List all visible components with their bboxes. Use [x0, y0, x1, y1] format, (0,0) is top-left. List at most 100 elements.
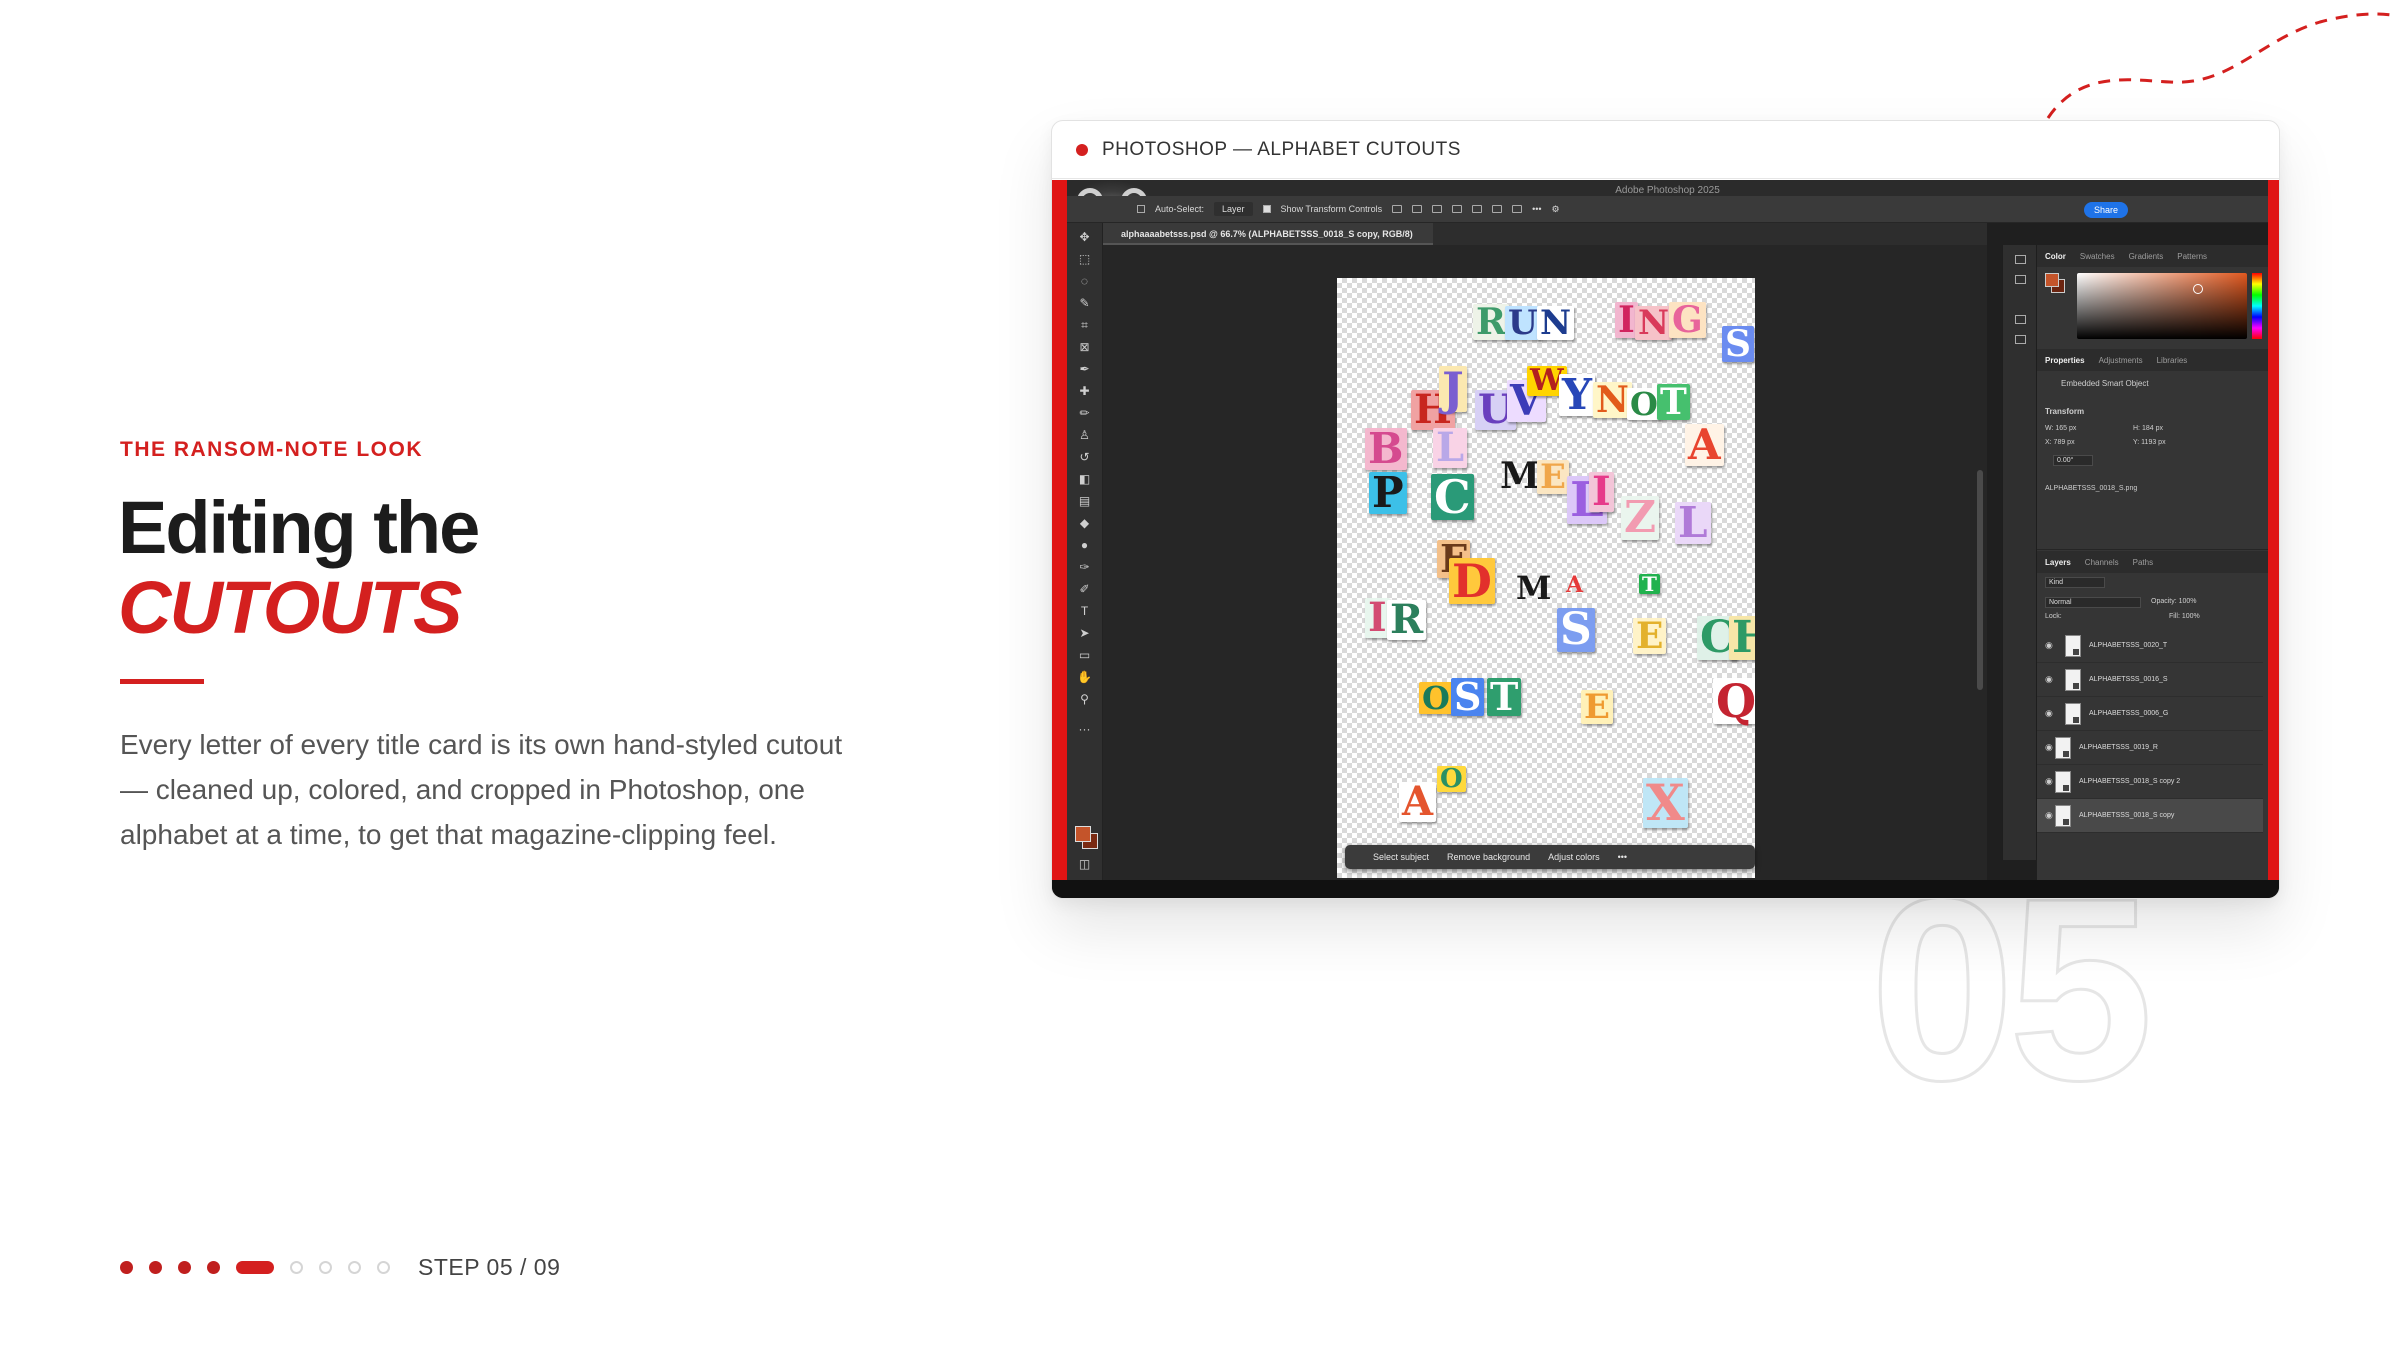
visibility-eye-icon[interactable]: ◉ [2045, 708, 2055, 719]
brush-tool-icon[interactable]: ✏ [1077, 407, 1092, 419]
eyedropper-tool-icon[interactable]: ✒ [1077, 363, 1092, 375]
shape-tool-icon[interactable]: ▭ [1077, 649, 1092, 661]
opacity-field[interactable]: Opacity: 100% [2151, 598, 2197, 605]
lasso-tool-icon[interactable]: ◌ [1077, 275, 1092, 287]
layer-row[interactable]: ◉ ALPHABETSSS_0018_S copy 2 [2037, 765, 2263, 799]
adjust-colors-button[interactable]: Adjust colors [1548, 852, 1600, 862]
visibility-eye-icon[interactable]: ◉ [2045, 776, 2055, 787]
cutout-letter: O [1419, 682, 1453, 714]
quick-select-tool-icon[interactable]: ✎ [1077, 297, 1092, 309]
align-top-icon[interactable] [1452, 205, 1463, 213]
canvas-scrollbar[interactable] [1977, 470, 1983, 690]
title-underline [120, 679, 204, 684]
tab-paths[interactable]: Paths [2133, 558, 2153, 567]
more-options-icon[interactable]: ••• [1532, 204, 1541, 214]
y-field[interactable]: Y: 1193 px [2133, 439, 2166, 446]
tab-patterns[interactable]: Patterns [2177, 252, 2207, 261]
frame-tool-icon[interactable]: ⊠ [1077, 341, 1092, 353]
fill-field[interactable]: Fill: 100% [2169, 613, 2200, 620]
share-button[interactable]: Share [2083, 202, 2128, 218]
layer-row[interactable]: ◉ ALPHABETSSS_0020_T [2037, 629, 2263, 663]
tab-properties[interactable]: Properties [2045, 356, 2085, 365]
tab-libraries[interactable]: Libraries [2157, 356, 2188, 365]
pen-tool-alt-icon[interactable]: ✐ [1077, 583, 1092, 595]
foreground-color-swatch[interactable] [1075, 826, 1091, 842]
layer-row[interactable]: ◉ ALPHABETSSS_0016_S [2037, 663, 2263, 697]
visibility-eye-icon[interactable]: ◉ [2045, 742, 2055, 753]
tab-gradients[interactable]: Gradients [2129, 252, 2164, 261]
comments-panel-icon[interactable] [2015, 275, 2026, 284]
color-picker-handle[interactable] [2193, 284, 2203, 294]
align-left-icon[interactable] [1392, 205, 1403, 213]
settings-gear-icon[interactable]: ⚙ [1552, 204, 1560, 215]
eraser-tool-icon[interactable]: ◧ [1077, 473, 1092, 485]
height-field[interactable]: H: 184 px [2133, 425, 2163, 432]
align-bottom-icon[interactable] [1492, 205, 1503, 213]
gradient-tool-icon[interactable]: ▤ [1077, 495, 1092, 507]
brush-panel-icon[interactable] [2015, 315, 2026, 324]
cutout-letter: N [1635, 306, 1673, 340]
progress-dot-9[interactable] [377, 1261, 390, 1274]
path-select-tool-icon[interactable]: ➤ [1077, 627, 1092, 639]
quick-mask-icon[interactable]: ◫ [1077, 858, 1092, 870]
tab-layers[interactable]: Layers [2045, 558, 2071, 567]
history-brush-icon[interactable]: ↺ [1077, 451, 1092, 463]
progress-dot-4[interactable] [207, 1261, 220, 1274]
blend-mode-select[interactable]: Normal [2045, 597, 2141, 608]
stamp-tool-icon[interactable]: ♙ [1077, 429, 1092, 441]
transform-controls-checkbox[interactable] [1262, 205, 1271, 213]
marquee-tool-icon[interactable]: ⬚ [1077, 253, 1092, 265]
layer-filter-kind[interactable]: Kind [2045, 577, 2105, 588]
pen-tool-icon[interactable]: ✑ [1077, 561, 1092, 573]
align-middle-icon[interactable] [1472, 205, 1483, 213]
eyebrow-label: THE RANSOM-NOTE LOOK [120, 438, 423, 461]
color-picker-field[interactable] [2077, 273, 2247, 339]
tab-channels[interactable]: Channels [2085, 558, 2119, 567]
visibility-eye-icon[interactable]: ◉ [2045, 640, 2055, 651]
progress-dot-2[interactable] [149, 1261, 162, 1274]
move-tool-icon[interactable]: ✥ [1077, 231, 1092, 243]
ps-document-tab[interactable]: alphaaaabetsss.psd @ 66.7% (ALPHABETSSS_… [1103, 223, 1433, 245]
x-field[interactable]: X: 789 px [2045, 439, 2075, 446]
more-actions-icon[interactable]: ••• [1618, 852, 1627, 862]
remove-background-button[interactable]: Remove background [1447, 852, 1530, 862]
type-tool-icon[interactable]: T [1077, 605, 1092, 617]
progress-dot-7[interactable] [319, 1261, 332, 1274]
tab-adjustments[interactable]: Adjustments [2099, 356, 2143, 365]
layer-row[interactable]: ◉ ALPHABETSSS_0006_G [2037, 697, 2263, 731]
width-field[interactable]: W: 165 px [2045, 425, 2076, 432]
align-right-icon[interactable] [1432, 205, 1443, 213]
layer-row-selected[interactable]: ◉ ALPHABETSSS_0018_S copy [2037, 799, 2263, 833]
screenshot-window: PHOTOSHOP — ALPHABET CUTOUTS Adobe Photo… [1051, 120, 2280, 899]
auto-select-checkbox[interactable] [1137, 205, 1145, 213]
crop-tool-icon[interactable]: ⌗ [1077, 319, 1092, 331]
layer-row[interactable]: ◉ ALPHABETSSS_0019_R [2037, 731, 2263, 765]
distribute-icon[interactable] [1512, 205, 1523, 213]
blur-tool-icon[interactable]: ◆ [1077, 517, 1092, 529]
ps-document-canvas[interactable]: R U N I N G S H J U V W Y N O T B L M E … [1337, 278, 1755, 878]
tab-color[interactable]: Color [2045, 252, 2066, 261]
visibility-eye-icon[interactable]: ◉ [2045, 674, 2055, 685]
hand-tool-icon[interactable]: ✋ [1077, 671, 1092, 683]
cutout-letter: R [1387, 600, 1427, 640]
visibility-eye-icon[interactable]: ◉ [2045, 810, 2055, 821]
layer-select-dropdown[interactable]: Layer [1214, 202, 1253, 216]
dodge-tool-icon[interactable]: ● [1077, 539, 1092, 551]
history-panel-icon[interactable] [2015, 255, 2026, 264]
align-center-icon[interactable] [1412, 205, 1423, 213]
color-panel-foreground-swatch[interactable] [2045, 273, 2059, 287]
progress-dot-3[interactable] [178, 1261, 191, 1274]
progress-dot-1[interactable] [120, 1261, 133, 1274]
progress-dot-8[interactable] [348, 1261, 361, 1274]
healing-tool-icon[interactable]: ✚ [1077, 385, 1092, 397]
hue-slider[interactable] [2252, 273, 2262, 339]
layer-name: ALPHABETSSS_0018_S copy 2 [2079, 778, 2181, 785]
angle-field[interactable]: 0.00° [2053, 455, 2093, 466]
select-subject-button[interactable]: Select subject [1373, 852, 1429, 862]
zoom-tool-icon[interactable]: ⚲ [1077, 693, 1092, 705]
progress-dot-6[interactable] [290, 1261, 303, 1274]
adjustments-panel-icon[interactable] [2015, 335, 2026, 344]
progress-dot-5-current[interactable] [236, 1261, 274, 1274]
more-tools-icon[interactable]: ··· [1077, 723, 1092, 735]
tab-swatches[interactable]: Swatches [2080, 252, 2115, 261]
